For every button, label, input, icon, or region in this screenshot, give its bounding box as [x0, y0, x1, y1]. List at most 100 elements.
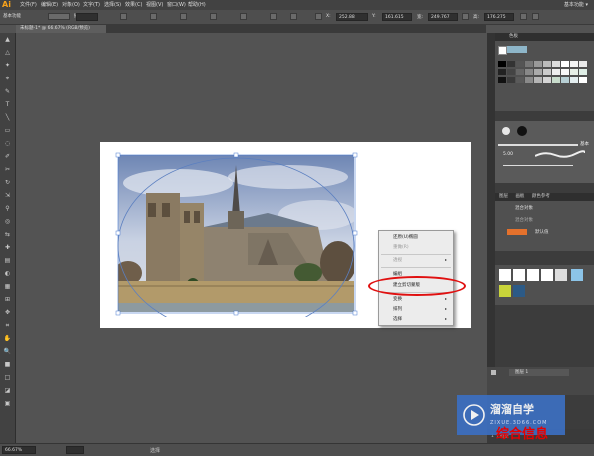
swatch-cell[interactable] — [507, 77, 515, 83]
swatch-cell[interactable] — [516, 77, 524, 83]
recolor-icon[interactable] — [180, 13, 187, 20]
swatch-cell[interactable] — [516, 69, 524, 75]
tool-icon[interactable]: △ — [3, 49, 12, 56]
style-thumb[interactable] — [555, 269, 567, 281]
stroke-weight-select[interactable] — [76, 13, 98, 21]
tool-icon[interactable]: ◪ — [3, 387, 12, 394]
style-thumb[interactable] — [513, 285, 525, 297]
tool-icon[interactable]: ▦ — [3, 283, 12, 290]
tool-icon[interactable]: ╲ — [3, 114, 12, 121]
ctx-item-undo[interactable]: 还原(U)椭圆 — [393, 234, 418, 240]
tool-icon[interactable]: T — [3, 101, 12, 108]
tool-icon[interactable]: ⌗ — [3, 322, 12, 329]
style-thumb[interactable] — [513, 269, 525, 281]
tab-color-guide[interactable]: 颜色参考 — [532, 194, 550, 199]
swatch-cell[interactable] — [498, 77, 506, 83]
swatch-cell[interactable] — [525, 69, 533, 75]
appearance-row[interactable]: 混合对象 — [515, 217, 533, 223]
style-thumb[interactable] — [499, 285, 511, 297]
menu-select[interactable]: 选择(S) — [104, 1, 121, 8]
swatch-cell[interactable] — [507, 61, 515, 67]
tool-icon[interactable]: ↻ — [3, 179, 12, 186]
tool-icon[interactable]: ◎ — [3, 218, 12, 225]
swatch-cell[interactable] — [534, 61, 542, 67]
swatch-cell[interactable] — [498, 61, 506, 67]
ctx-item-redo[interactable]: 重做(R) — [393, 244, 409, 250]
tool-icon[interactable]: ▣ — [3, 400, 12, 407]
menu-effect[interactable]: 效果(C) — [125, 1, 142, 8]
fill-color-swatch[interactable] — [48, 13, 70, 20]
fill-swatch[interactable] — [498, 46, 507, 55]
swatch-cell[interactable] — [552, 61, 560, 67]
document-tab[interactable]: 未标题-1* @ 66.67% (RGB/预览) — [16, 25, 106, 33]
tab-artboards[interactable]: 画板 — [515, 194, 524, 199]
tool-icon[interactable]: ⊞ — [3, 296, 12, 303]
tool-icon[interactable]: ✂ — [3, 166, 12, 173]
style-icon[interactable] — [120, 13, 127, 20]
tool-icon[interactable]: ▲ — [3, 36, 12, 43]
appearance-default[interactable]: 默认值 — [535, 229, 549, 235]
swatch-cell[interactable] — [561, 69, 569, 75]
swatch-cell[interactable] — [543, 69, 551, 75]
swatch-cell[interactable] — [552, 77, 560, 83]
swatch-cell[interactable] — [579, 69, 587, 75]
eye-icon[interactable] — [491, 370, 496, 375]
tool-icon[interactable]: ■ — [3, 361, 12, 368]
height-field[interactable]: 176.275 — [484, 13, 514, 21]
swatch-cell[interactable] — [534, 69, 542, 75]
tool-icon[interactable]: □ — [3, 374, 12, 381]
tool-icon[interactable]: ✐ — [3, 153, 12, 160]
swatch-cell[interactable] — [561, 77, 569, 83]
tool-icon[interactable]: ⇲ — [3, 192, 12, 199]
transform-icon[interactable] — [240, 13, 247, 20]
menu-view[interactable]: 视图(V) — [146, 1, 163, 8]
tool-icon[interactable]: ◐ — [3, 270, 12, 277]
ctx-item-arrange[interactable]: 排列 — [393, 306, 402, 312]
appearance-row[interactable]: 混合对象 — [515, 205, 533, 211]
opacity-icon[interactable] — [150, 13, 157, 20]
ctx-item-select[interactable]: 选择 — [393, 316, 402, 322]
brush-dot-large[interactable] — [517, 126, 527, 136]
menu-object[interactable]: 对象(O) — [62, 1, 80, 8]
swatch-cell[interactable] — [525, 61, 533, 67]
swatch-cell[interactable] — [561, 61, 569, 67]
y-field[interactable]: 161.615 — [382, 13, 412, 21]
artboard-nav-field[interactable] — [66, 446, 84, 454]
tool-icon[interactable]: ✥ — [3, 309, 12, 316]
zoom-field[interactable]: 66.67% — [2, 446, 36, 454]
transform-panel-icon[interactable] — [520, 13, 527, 20]
link-proportions-icon[interactable] — [462, 13, 469, 20]
width-field[interactable]: 249.767 — [428, 13, 458, 21]
tool-icon[interactable]: ⚲ — [3, 205, 12, 212]
align-icon[interactable] — [210, 13, 217, 20]
brush-dot-small[interactable] — [502, 127, 510, 135]
menu-edit[interactable]: 编辑(E) — [41, 1, 58, 8]
swatch-cell[interactable] — [516, 61, 524, 67]
swatch-cell[interactable] — [498, 69, 506, 75]
menu-window[interactable]: 窗口(W) — [167, 1, 186, 8]
tool-icon[interactable]: 🔍 — [3, 348, 12, 355]
swatch-cell[interactable] — [543, 61, 551, 67]
swatch-cell[interactable] — [525, 77, 533, 83]
swatch-cell[interactable] — [543, 77, 551, 83]
swatch-cell[interactable] — [570, 61, 578, 67]
style-thumb[interactable] — [571, 269, 583, 281]
swatch-cell[interactable] — [579, 61, 587, 67]
workspace-switcher[interactable]: 基本功能 ▾ — [564, 1, 588, 8]
tool-icon[interactable]: ⌖ — [3, 75, 12, 82]
tab-layers[interactable]: 图层 — [499, 194, 508, 199]
tool-icon[interactable]: ◌ — [3, 140, 12, 147]
swatch-cell[interactable] — [507, 69, 515, 75]
reference-point-icon[interactable] — [315, 13, 322, 20]
swatches-tab[interactable]: 色板 — [509, 34, 518, 39]
tool-icon[interactable]: ✎ — [3, 88, 12, 95]
style-thumb[interactable] — [499, 269, 511, 281]
menu-help[interactable]: 帮助(H) — [188, 1, 206, 8]
ctx-item-transform[interactable]: 变换 — [393, 296, 402, 302]
style-thumb[interactable] — [541, 269, 553, 281]
selection-bounding-box[interactable] — [114, 151, 359, 317]
more-options-icon[interactable] — [532, 13, 539, 20]
ctx-item-perspective[interactable]: 透视 — [393, 257, 402, 263]
swatch-cell[interactable] — [579, 77, 587, 83]
swatch-cell[interactable] — [534, 77, 542, 83]
